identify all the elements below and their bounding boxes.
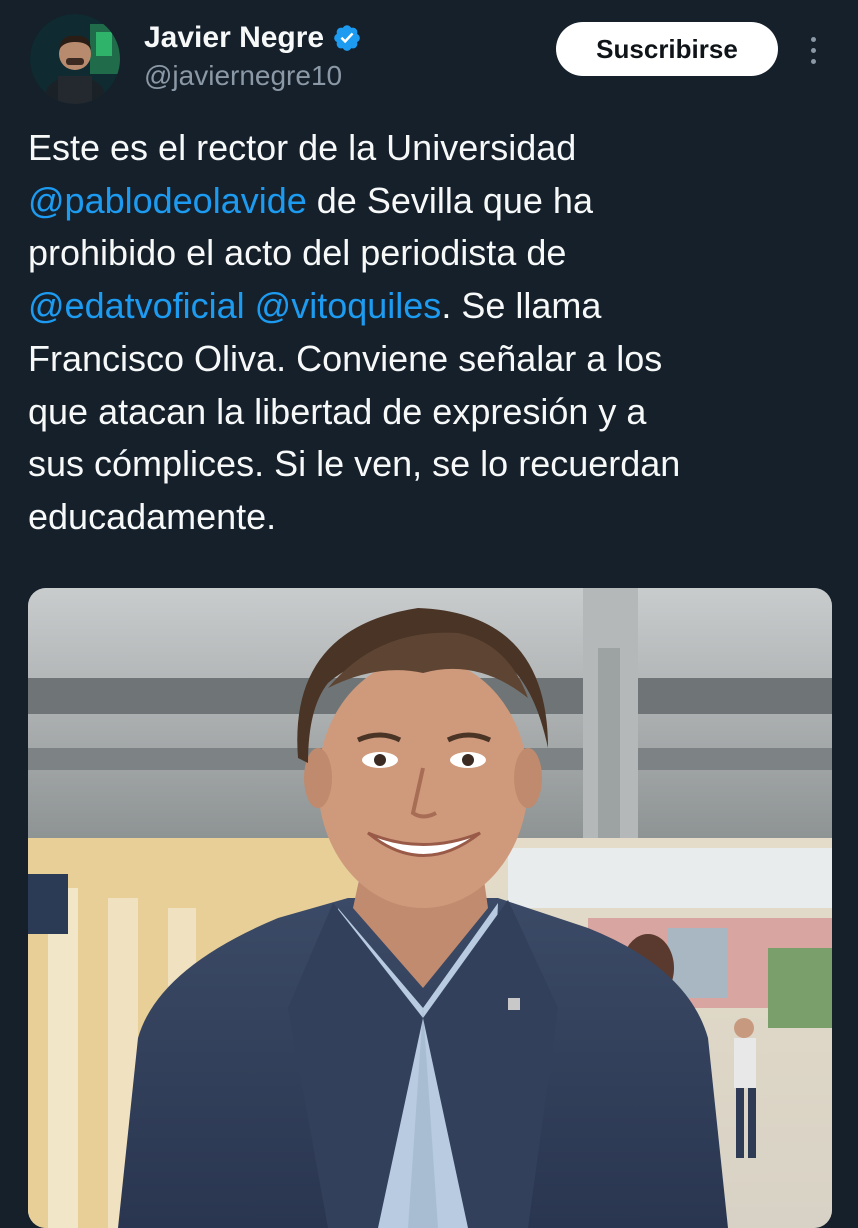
verified-badge-icon [332, 23, 362, 53]
tweet-text-segment: de Sevilla que ha [306, 179, 593, 221]
tweet: Javier Negre @javiernegre10 Suscribirse … [0, 0, 858, 1228]
tweet-text-line: prohibido el acto del periodista de [28, 227, 828, 280]
tweet-text-segment: . Se llama [441, 285, 602, 327]
tweet-text-segment: Este es el rector de la Universidad [28, 127, 577, 168]
tweet-text-line: @pablodeolavide de Sevilla que ha [28, 175, 828, 228]
tweet-media[interactable] [28, 588, 832, 1228]
avatar-image [30, 14, 120, 104]
more-options-icon[interactable] [798, 30, 828, 70]
portrait-photo [28, 588, 832, 1228]
more-dot [810, 58, 816, 64]
mention-link[interactable]: @vitoquiles [255, 285, 442, 326]
tweet-text-segment: educadamente. [28, 495, 277, 537]
author-display-name[interactable]: Javier Negre [144, 21, 324, 55]
tweet-text-segment: Francisco Oliva. Conviene señalar a los [28, 337, 663, 379]
more-dot [810, 47, 816, 53]
tweet-text-segment [245, 285, 255, 326]
tweet-text-line: @edatvoficial @vitoquiles. Se llama [28, 280, 828, 333]
tweet-text-line: Francisco Oliva. Conviene señalar a los [28, 333, 828, 386]
tweet-text-segment: prohibido el acto del periodista de [28, 232, 567, 274]
tweet-text-line: educadamente. [28, 491, 828, 544]
tweet-text-line: que atacan la libertad de expresión y a [28, 386, 828, 439]
author-avatar[interactable] [30, 14, 120, 104]
author-name-row: Javier Negre [144, 18, 362, 58]
more-dot [810, 36, 816, 42]
author-handle[interactable]: @javiernegre10 [144, 60, 342, 92]
tweet-text: Este es el rector de la Universidad @pabl… [28, 122, 828, 544]
mention-link[interactable]: @pablodeolavide [28, 180, 307, 221]
tweet-text-segment: que atacan la libertad de expresión y a [28, 390, 647, 432]
subscribe-button[interactable]: Suscribirse [556, 22, 778, 76]
tweet-text-line: Este es el rector de la Universidad [28, 122, 828, 175]
tweet-text-line: sus cómplices. Si le ven, se lo recuerda… [28, 438, 828, 491]
mention-link[interactable]: @edatvoficial [28, 285, 245, 326]
tweet-text-segment: sus cómplices. Si le ven, se lo recuerda… [28, 443, 681, 485]
